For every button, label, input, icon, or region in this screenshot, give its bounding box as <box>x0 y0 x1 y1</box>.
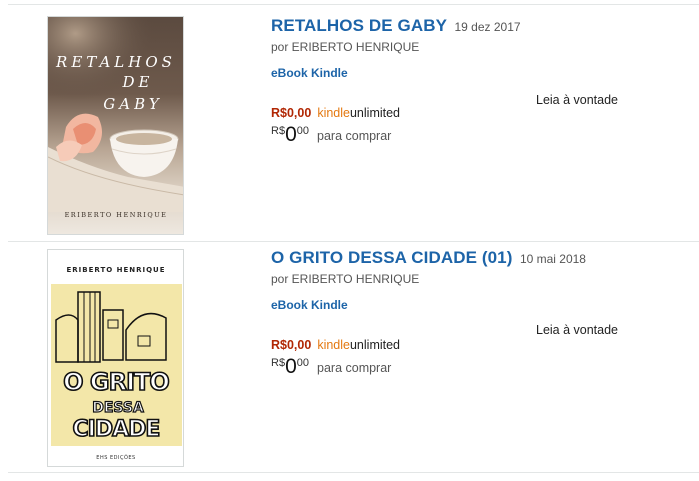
buy-price-whole: 0 <box>285 123 297 146</box>
format-link[interactable]: eBook Kindle <box>271 298 671 312</box>
kindle-unlimited-logo: kindleunlimited <box>317 106 401 120</box>
publication-date: 19 dez 2017 <box>454 20 521 34</box>
buy-price-currency: R$ <box>271 125 286 137</box>
read-for-free-label: Leia à vontade <box>536 93 619 107</box>
book-title-link[interactable]: O GRITO DESSA CIDADE (01) <box>271 248 512 267</box>
search-result-item: ERIBERTO HENRIQUE O GRITO DESSA CIDADE E… <box>0 248 699 470</box>
cover-title-line2: DE <box>122 73 154 91</box>
buy-label: para comprar <box>317 361 392 375</box>
kindle-unlimited-price: R$0,00 kindleunlimited <box>271 336 671 354</box>
ku-price: R$0,00 <box>271 106 312 120</box>
cover-word-3: CIDADE <box>73 417 160 442</box>
cover-publisher: EHS EDIÇÕES <box>96 454 135 461</box>
buy-price-currency: R$ <box>271 357 286 369</box>
buy-price: R$ 0 00 para comprar <box>271 124 671 146</box>
cover-art: ERIBERTO HENRIQUE O GRITO DESSA CIDADE E… <box>48 250 183 466</box>
format-link[interactable]: eBook Kindle <box>271 66 671 80</box>
buy-price-fraction: 00 <box>296 357 309 369</box>
author-line: por ERIBERTO HENRIQUE <box>271 40 420 54</box>
kindle-unlimited-logo: kindleunlimited <box>317 338 401 352</box>
result-divider <box>8 241 699 242</box>
buy-price-whole: 0 <box>285 355 297 378</box>
result-divider <box>8 472 699 473</box>
cover-word-2: DESSA <box>92 400 144 416</box>
result-info: RETALHOS DE GABY 19 dez 2017 por ERIBERT… <box>271 16 671 146</box>
author-line: por ERIBERTO HENRIQUE <box>271 272 420 286</box>
cover-author: ERIBERTO HENRIQUE <box>65 211 168 219</box>
buy-label: para comprar <box>317 129 392 143</box>
top-divider <box>8 4 699 5</box>
read-for-free-label: Leia à vontade <box>536 323 619 337</box>
result-info: O GRITO DESSA CIDADE (01) 10 mai 2018 po… <box>271 248 671 378</box>
cover-word-1: O GRITO <box>63 368 169 396</box>
buy-price: R$ 0 00 para comprar <box>271 356 671 378</box>
publication-date: 10 mai 2018 <box>519 252 586 266</box>
buy-price-fraction: 00 <box>296 125 309 137</box>
cover-title-line3: GABY <box>103 95 162 113</box>
cover-art: RETALHOS DE GABY ERIBERTO HENRIQUE <box>48 17 183 234</box>
book-cover-image[interactable]: RETALHOS DE GABY ERIBERTO HENRIQUE <box>47 16 184 235</box>
book-title-link[interactable]: RETALHOS DE GABY <box>271 16 447 35</box>
search-result-item: RETALHOS DE GABY ERIBERTO HENRIQUE RETAL… <box>0 16 699 240</box>
cover-title-line1: RETALHOS <box>55 53 176 71</box>
ku-price: R$0,00 <box>271 338 312 352</box>
cover-author: ERIBERTO HENRIQUE <box>66 266 165 274</box>
book-cover-image[interactable]: ERIBERTO HENRIQUE O GRITO DESSA CIDADE E… <box>47 249 184 467</box>
